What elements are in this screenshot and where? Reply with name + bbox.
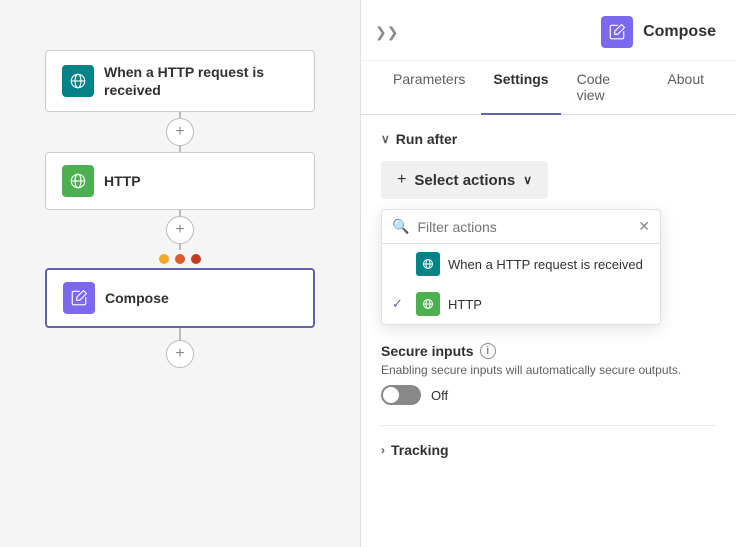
http-trigger-label: When a HTTP request is received [104,63,298,99]
tab-settings[interactable]: Settings [481,61,560,115]
secure-inputs-toggle[interactable] [381,385,421,405]
panel-header-icon [601,16,633,48]
toggle-knob [383,387,399,403]
plus-icon: + [397,171,406,189]
dot-1 [159,254,169,264]
panel-tabs: Parameters Settings Code view About [361,61,736,115]
connector-1: + [166,112,194,152]
compose-label: Compose [105,289,169,307]
action-item-http-trigger[interactable]: ✓ When a HTTP request is received [382,244,660,284]
secure-inputs-description: Enabling secure inputs will automaticall… [381,363,716,377]
run-after-chevron: ∨ [381,132,390,146]
secure-inputs-title: Secure inputs [381,343,474,359]
connector-line-3 [179,328,181,340]
tracking-chevron: › [381,443,385,457]
action-item-http[interactable]: ✓ HTTP [382,284,660,324]
tab-code-view[interactable]: Code view [565,61,652,115]
select-actions-button[interactable]: + Select actions ∨ [381,161,548,199]
action-item-icon-http [416,292,440,316]
add-below-btn[interactable]: + [166,340,194,368]
tracking-section: › Tracking [381,425,716,458]
clear-search-icon[interactable]: ✕ [638,218,650,235]
connector-2: + [166,210,194,250]
filter-actions-input[interactable] [417,219,630,235]
action-item-icon-http-trigger [416,252,440,276]
add-between-btn-1[interactable]: + [166,118,194,146]
http-trigger-icon [62,65,94,97]
tab-parameters[interactable]: Parameters [381,61,477,115]
tracking-section-header[interactable]: › Tracking [381,442,716,458]
action-item-label-http-trigger: When a HTTP request is received [448,257,643,272]
status-dots [159,254,201,264]
http-action-node[interactable]: HTTP [45,152,315,210]
connector-3: + [166,328,194,368]
run-after-label: Run after [396,131,457,147]
flow-canvas: When a HTTP request is received + HTTP + [0,0,360,547]
tab-about[interactable]: About [655,61,716,115]
compose-node[interactable]: Compose [45,268,315,328]
select-actions-caret: ∨ [523,173,532,187]
check-mark-http: ✓ [392,296,408,312]
action-item-label-http: HTTP [448,297,482,312]
properties-panel: ❯❯ Compose Parameters Settings Code view… [360,0,736,547]
secure-inputs-info-icon[interactable]: i [480,343,496,359]
add-between-btn-2[interactable]: + [166,216,194,244]
collapse-button[interactable]: ❯❯ [375,24,398,41]
tracking-label: Tracking [391,442,449,458]
http-action-label: HTTP [104,172,141,190]
select-actions-label: Select actions [414,172,515,189]
toggle-row: Off [381,385,716,405]
flow-nodes: When a HTTP request is received + HTTP + [0,30,360,368]
connector-line-2b [179,244,181,250]
dot-2 [175,254,185,264]
panel-title: Compose [643,23,716,41]
http-trigger-node[interactable]: When a HTTP request is received [45,50,315,112]
run-after-section-header[interactable]: ∨ Run after [381,131,716,147]
compose-icon [63,282,95,314]
actions-dropdown: 🔍 ✕ ✓ When a HTTP request is [381,209,661,325]
search-icon: 🔍 [392,218,409,235]
search-row: 🔍 ✕ [382,210,660,244]
panel-content: ∨ Run after + Select actions ∨ 🔍 ✕ ✓ [361,115,736,547]
http-action-icon [62,165,94,197]
actions-list: ✓ When a HTTP request is received ✓ [382,244,660,324]
toggle-label: Off [431,388,448,403]
secure-inputs-title-row: Secure inputs i [381,343,716,359]
dot-3 [191,254,201,264]
secure-inputs-section: Secure inputs i Enabling secure inputs w… [381,343,716,405]
panel-header: ❯❯ Compose [361,0,736,61]
